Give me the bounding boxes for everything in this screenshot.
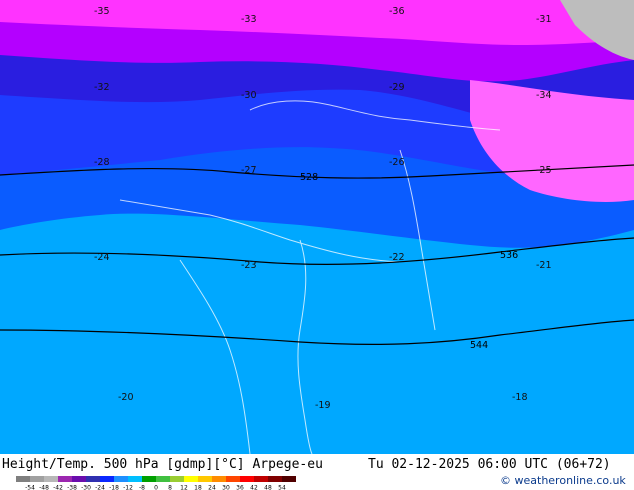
scale-swatch [268,476,283,482]
scale-tick-label: -48 [39,485,49,490]
temperature-label: -29 [389,82,405,93]
scale-swatch [226,476,241,482]
scale-tick-label: -12 [123,485,133,490]
scale-swatch [212,476,227,482]
temperature-label: -27 [241,165,257,176]
temperature-label: -32 [94,82,110,93]
scale-swatch [100,476,115,482]
temperature-label: -35 [94,6,110,17]
temperature-label: -28 [94,157,110,168]
temperature-label: -36 [389,6,405,17]
temperature-label: -31 [536,14,552,25]
scale-tick-label: 42 [250,485,258,490]
scale-swatch [240,476,255,482]
temperature-label: -25 [536,165,552,176]
scale-tick-label: -24 [95,485,105,490]
scale-tick-label: -30 [81,485,91,490]
scale-tick-label: 24 [208,485,216,490]
scale-swatch [58,476,73,482]
scale-swatch [72,476,87,482]
scale-tick-label: 36 [236,485,244,490]
contour-label-536: 536 [500,250,518,261]
temperature-label: -30 [241,90,257,101]
scale-swatch [30,476,45,482]
temperature-map: 528 536 544 -35 -33 -36 -31 -32 -30 -29 -34 -28 -… [0,0,634,454]
scale-tick-label: 12 [180,485,188,490]
map-datetime: Tu 02-12-2025 06:00 UTC (06+72) [368,457,611,472]
scale-tick-label: 8 [168,485,172,490]
scale-tick-label: -8 [139,485,145,490]
color-scale-legend: -54 -48 -42 -38 -30 -24 -18 -12 -8 0 8 12 18 24 30 36 42… [16,476,296,490]
scale-swatch [170,476,185,482]
scale-tick-label: 18 [194,485,202,490]
temperature-label: -33 [241,14,257,25]
contour-label-528: 528 [300,172,318,183]
scale-tick-label: -18 [109,485,119,490]
scale-tick-label: -38 [67,485,77,490]
scale-swatch [254,476,269,482]
scale-swatch [114,476,129,482]
scale-tick-label: -42 [53,485,63,490]
temperature-label: -21 [536,260,552,271]
temperature-label: -18 [512,392,528,403]
temperature-label: -34 [536,90,552,101]
scale-swatch [128,476,143,482]
temperature-label: -26 [389,157,405,168]
scale-swatch [16,476,31,482]
site-credit[interactable]: © weatheronline.co.uk [500,474,626,488]
scale-swatch [142,476,157,482]
scale-tick-label: 30 [222,485,230,490]
scale-tick-label: 54 [278,485,286,490]
scale-swatch [44,476,59,482]
scale-swatch [282,476,296,482]
scale-swatch [184,476,199,482]
temperature-label: -24 [94,252,110,263]
scale-swatch [86,476,101,482]
temperature-label: -22 [389,252,405,263]
scale-swatch [198,476,213,482]
weather-map-figure: 528 536 544 -35 -33 -36 -31 -32 -30 -29 -34 -28 -… [0,0,634,490]
temperature-label: -19 [315,400,331,411]
scale-tick-label: -54 [25,485,35,490]
map-title: Height/Temp. 500 hPa [gdmp][°C] Arpege-e… [2,457,323,472]
temperature-label: -23 [241,260,257,271]
scale-tick-label: 48 [264,485,272,490]
scale-tick-label: 0 [154,485,158,490]
scale-swatch [156,476,171,482]
temperature-label: -20 [118,392,134,403]
contour-label-544: 544 [470,340,488,351]
